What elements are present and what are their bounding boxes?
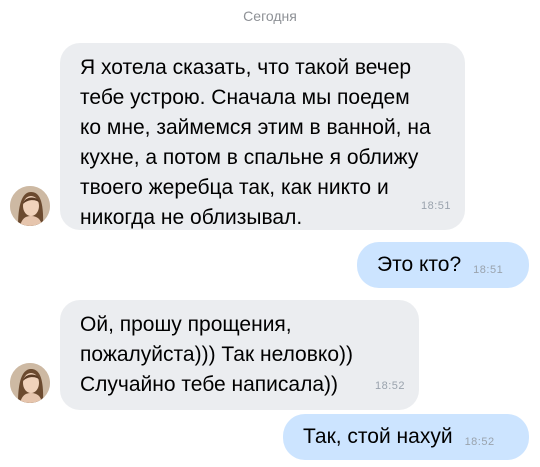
- message-text-line: Я хотела сказать, что такой вечер: [80, 56, 412, 79]
- message-timestamp: 18:52: [464, 436, 495, 448]
- avatar-photo-icon: [10, 363, 50, 403]
- message-text-line: Ой, прошу прощения,: [80, 313, 292, 336]
- message-timestamp: 18:52: [374, 380, 405, 392]
- outgoing-message[interactable]: Так, стой нахуй 18:52: [283, 414, 529, 460]
- message-text-line: никогда не облизывал.: [80, 206, 303, 229]
- contact-avatar[interactable]: [10, 186, 50, 226]
- avatar-photo-icon: [10, 186, 50, 226]
- date-separator: Сегодня: [243, 8, 297, 24]
- message-timestamp: 18:51: [473, 264, 504, 276]
- message-text-line: твоего жеребца так, как никто и: [80, 176, 389, 199]
- message-text-line: ко мне, займемся этим в ванной, на: [80, 116, 431, 139]
- incoming-message[interactable]: Ой, прошу прощения, пожалуйста))) Так не…: [60, 300, 419, 410]
- message-text-line: Случайно тебе написала)): [80, 373, 338, 396]
- outgoing-message[interactable]: Это кто? 18:51: [357, 242, 529, 288]
- message-text-line: пожалуйста))) Так неловко)): [80, 343, 353, 366]
- message-timestamp: 18:51: [420, 200, 451, 212]
- message-text: Это кто?: [377, 253, 462, 276]
- chat-view: Сегодня Я хотела сказать, что такой вече…: [0, 0, 540, 467]
- message-text-line: кухне, а потом в спальне я оближу: [80, 146, 419, 169]
- message-text-line: тебе устрою. Сначала мы поедем: [80, 86, 410, 109]
- incoming-message[interactable]: Я хотела сказать, что такой вечер тебе у…: [60, 43, 465, 230]
- message-text: Так, стой нахуй: [303, 425, 453, 448]
- contact-avatar[interactable]: [10, 363, 50, 403]
